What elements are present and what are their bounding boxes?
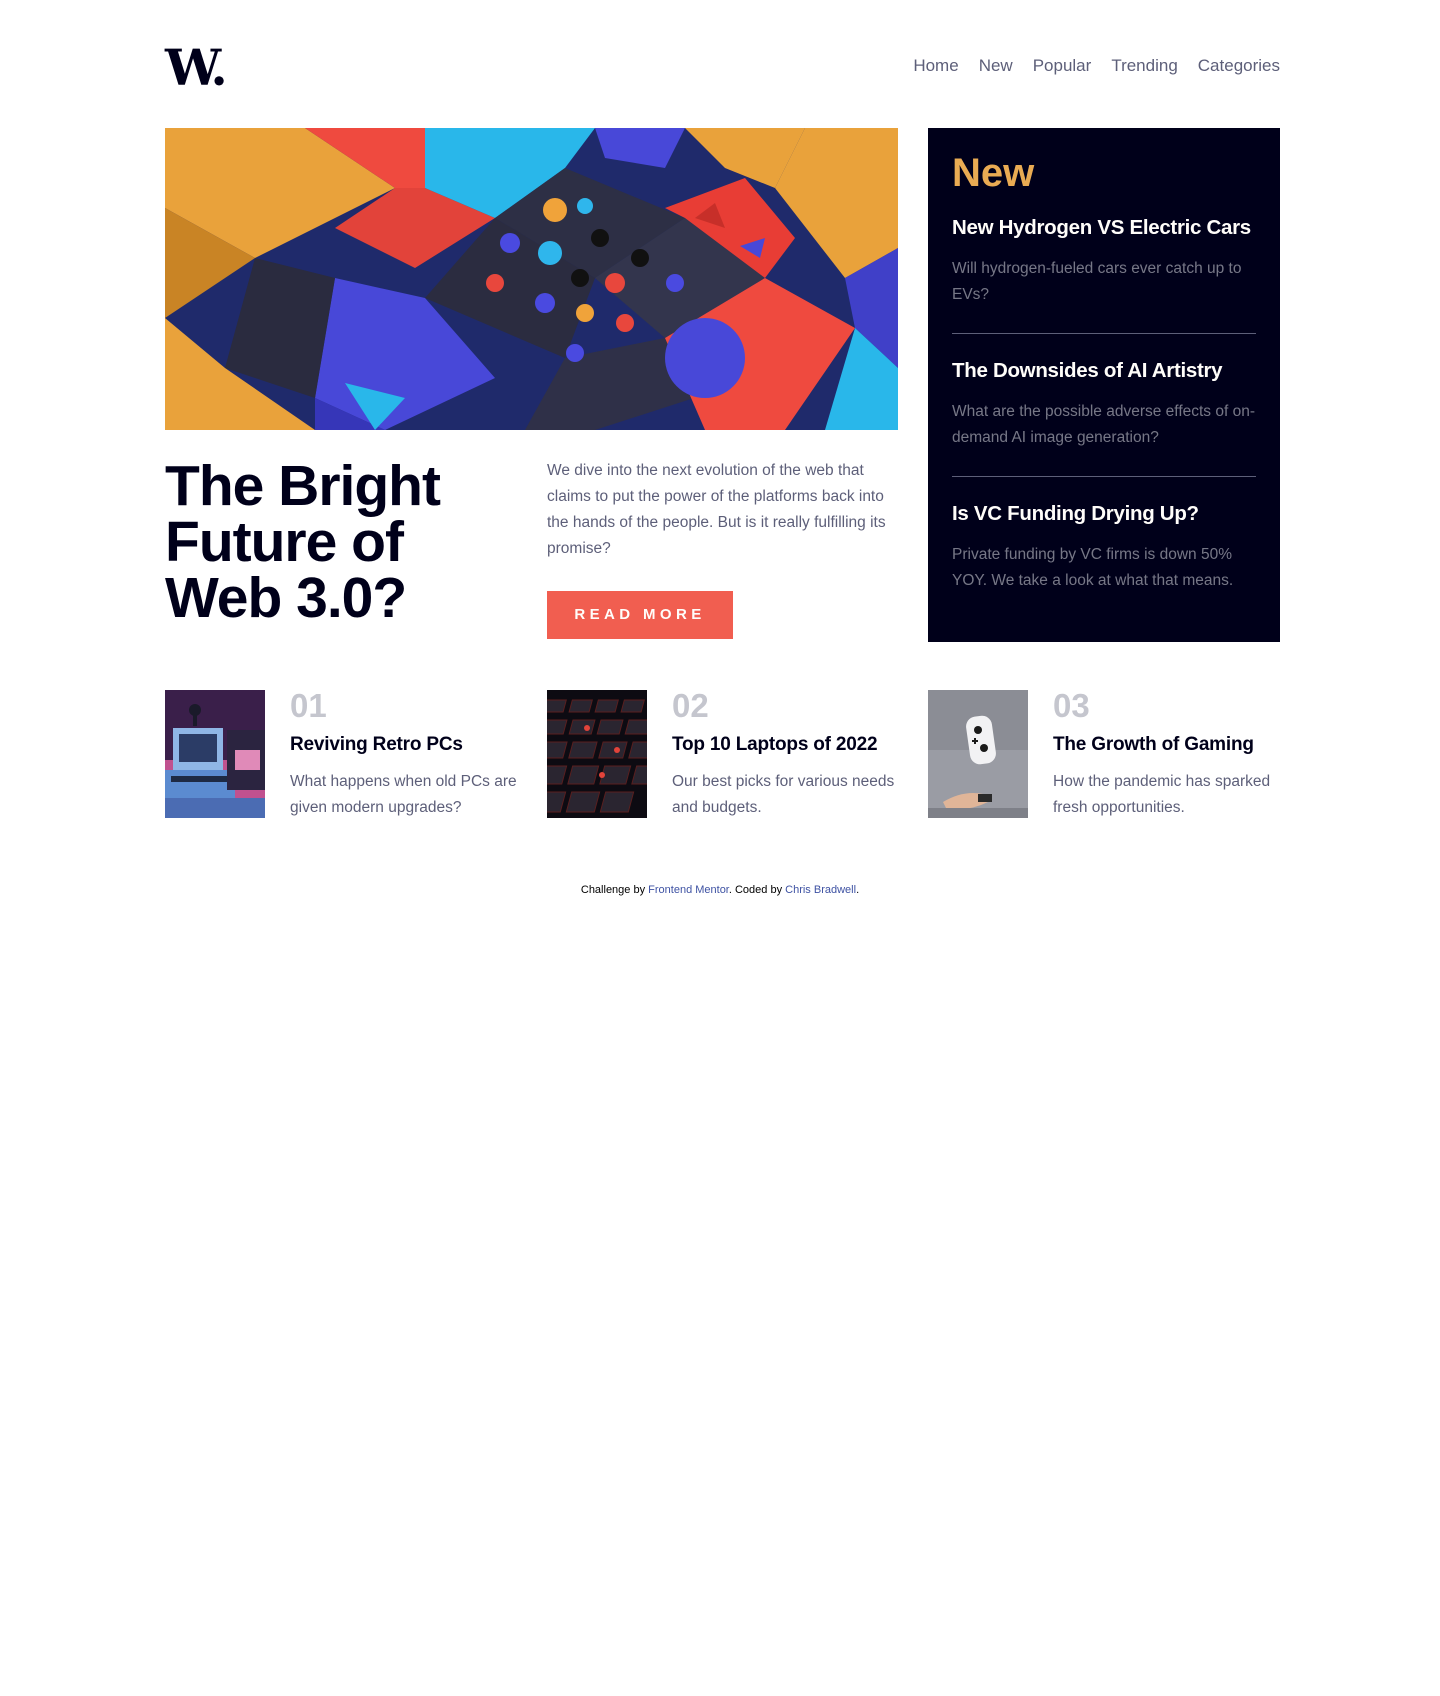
- new-item-description: What are the possible adverse effects of…: [952, 403, 1255, 446]
- new-item-title[interactable]: The Downsides of AI Artistry: [952, 359, 1256, 383]
- card-description: What happens when old PCs are given mode…: [290, 773, 517, 816]
- hero-title: The Bright Future of Web 3.0?: [165, 454, 441, 630]
- article-card: 03 The Growth of Gaming How the pandemic…: [928, 687, 1283, 821]
- card-body: 01 Reviving Retro PCs What happens when …: [290, 687, 520, 821]
- nav-home[interactable]: Home: [913, 56, 958, 76]
- nav-trending[interactable]: Trending: [1111, 56, 1177, 76]
- new-item-title[interactable]: New Hydrogen VS Electric Cars: [952, 216, 1256, 240]
- retro-pc-thumbnail[interactable]: [165, 690, 265, 818]
- hero-description: We dive into the next evolution of the w…: [547, 462, 886, 557]
- new-item: New Hydrogen VS Electric Cars Will hydro…: [952, 216, 1256, 334]
- new-heading: New: [952, 151, 1035, 195]
- laptop-keyboard-thumbnail[interactable]: [547, 690, 647, 818]
- card-number: 01: [290, 687, 327, 724]
- gaming-controller-thumbnail[interactable]: [928, 690, 1028, 818]
- card-title[interactable]: The Growth of Gaming: [1053, 733, 1283, 757]
- card-body: 02 Top 10 Laptops of 2022 Our best picks…: [672, 687, 902, 821]
- hero-image: [165, 128, 898, 430]
- card-number: 03: [1053, 687, 1090, 724]
- frontend-mentor-link[interactable]: Frontend Mentor: [648, 884, 729, 896]
- attribution-prefix: Challenge by: [580, 884, 649, 896]
- nav-categories[interactable]: Categories: [1198, 56, 1280, 76]
- attribution-suffix: .: [856, 884, 860, 896]
- card-title[interactable]: Top 10 Laptops of 2022: [672, 733, 902, 757]
- author-link[interactable]: Chris Bradwell: [785, 884, 856, 896]
- card-number: 02: [672, 687, 709, 724]
- nav-new[interactable]: New: [979, 56, 1013, 76]
- new-item: The Downsides of AI Artistry What are th…: [952, 359, 1256, 477]
- new-item: Is VC Funding Drying Up? Private funding…: [952, 502, 1256, 594]
- attribution-middle: . Coded by: [728, 884, 786, 896]
- card-title[interactable]: Reviving Retro PCs: [290, 733, 520, 757]
- card-description: Our best picks for various needs and bud…: [672, 773, 895, 816]
- new-item-title[interactable]: Is VC Funding Drying Up?: [952, 502, 1256, 526]
- attribution-footer: Challenge by Frontend Mentor. Coded by C…: [0, 884, 1440, 896]
- new-item-description: Private funding by VC firms is down 50% …: [952, 546, 1234, 589]
- card-description: How the pandemic has sparked fresh oppor…: [1053, 773, 1271, 816]
- article-card: 02 Top 10 Laptops of 2022 Our best picks…: [547, 687, 902, 821]
- read-more-button[interactable]: READ MORE: [547, 591, 733, 639]
- site-logo[interactable]: W.: [165, 43, 228, 93]
- main-nav: Home New Popular Trending Categories: [913, 56, 1280, 76]
- site-header: W. Home New Popular Trending Categories: [165, 43, 1280, 93]
- article-card: 01 Reviving Retro PCs What happens when …: [165, 687, 520, 821]
- nav-popular[interactable]: Popular: [1033, 56, 1092, 76]
- new-articles-panel: New New Hydrogen VS Electric Cars Will h…: [928, 128, 1280, 642]
- new-item-description: Will hydrogen-fueled cars ever catch up …: [952, 260, 1242, 303]
- card-body: 03 The Growth of Gaming How the pandemic…: [1053, 687, 1283, 821]
